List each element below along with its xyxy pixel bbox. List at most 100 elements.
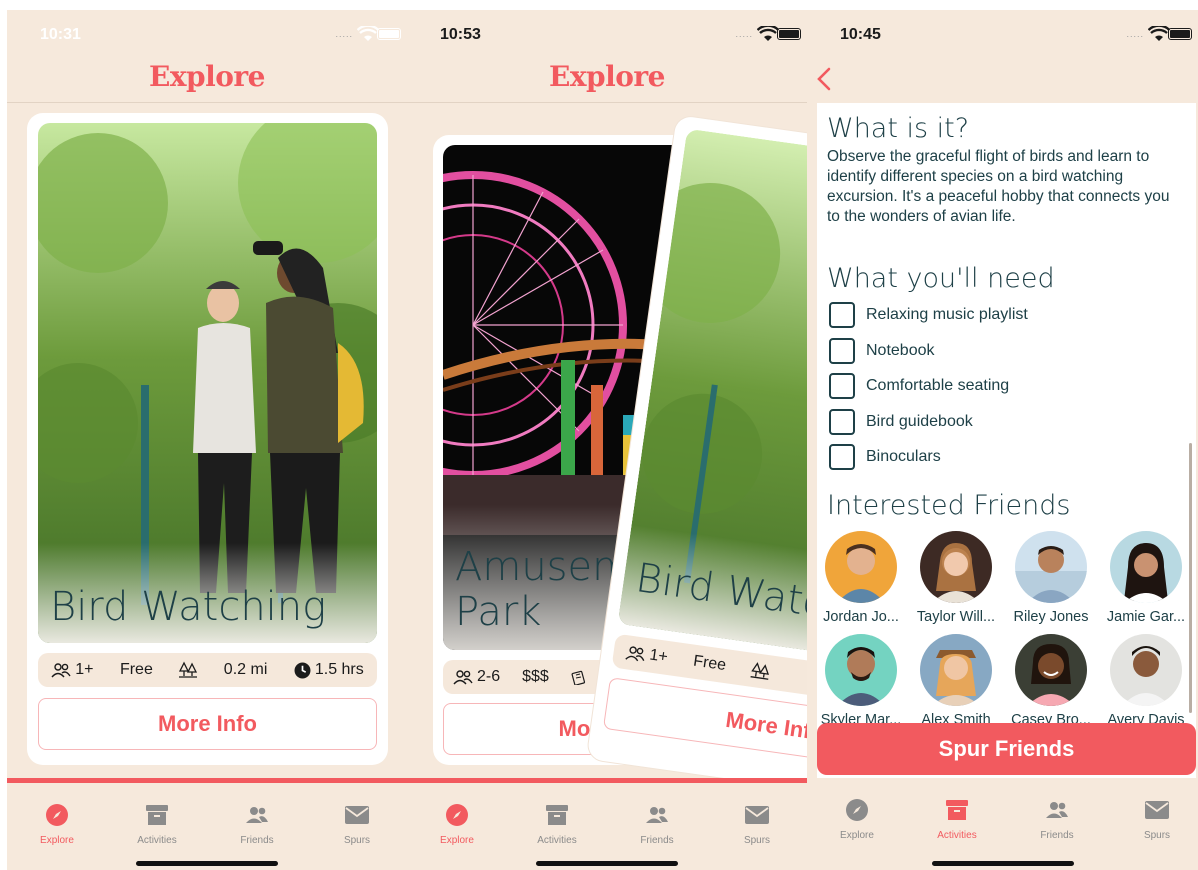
friend-name: Jamie Gar...	[1106, 609, 1186, 625]
checkbox[interactable]	[829, 373, 855, 399]
stat-price: Free	[119, 661, 153, 678]
need-item[interactable]: Comfortable seating	[829, 373, 1009, 399]
activity-description: Observe the graceful flight of birds and…	[827, 148, 1170, 225]
stat-group-value: 1+	[75, 661, 94, 678]
need-item[interactable]: Notebook	[829, 338, 935, 364]
status-bar: 10:45 .....	[807, 10, 1198, 60]
chevron-left-icon[interactable]	[815, 66, 833, 92]
people-icon	[1046, 802, 1068, 818]
archive-box-icon	[546, 805, 568, 825]
need-item[interactable]: Relaxing music playlist	[829, 302, 1028, 328]
tickets-icon	[571, 670, 585, 685]
checkbox[interactable]	[829, 444, 855, 470]
avatar	[1110, 634, 1182, 706]
tab-label: Friends	[640, 835, 674, 846]
friend-tile[interactable]: Alex Smith	[909, 634, 1003, 728]
tab-bar: Explore Activities Friends Spurs	[807, 778, 1198, 870]
need-label: Bird guidebook	[866, 413, 973, 430]
friend-tile[interactable]: Jamie Gar...	[1099, 531, 1193, 625]
signal-dots: .....	[735, 29, 753, 39]
tab-label: Activities	[537, 835, 577, 846]
archive-box-icon	[146, 805, 168, 825]
tab-friends[interactable]: Friends	[1017, 798, 1097, 841]
checkbox[interactable]	[829, 302, 855, 328]
tab-label: Spurs	[743, 835, 771, 846]
tab-spurs[interactable]: Spurs	[317, 803, 397, 846]
stat-price: $$$	[522, 668, 549, 685]
compass-icon	[46, 804, 68, 826]
more-info-button[interactable]: More Info	[38, 698, 377, 750]
friend-name: Jordan Jo...	[823, 609, 899, 625]
tab-spurs[interactable]: Spurs	[1117, 798, 1197, 841]
need-item[interactable]: Bird guidebook	[829, 409, 973, 435]
home-indicator	[136, 861, 278, 866]
stat-group: 1+	[51, 661, 93, 679]
friend-tile[interactable]: Riley Jones	[1004, 531, 1098, 625]
activity-detail-screen: 10:45 ..... What is it? Observe the grac…	[807, 10, 1198, 870]
need-label: Notebook	[866, 342, 935, 359]
scrollbar[interactable]	[1189, 443, 1192, 713]
tab-label: Friends	[240, 835, 274, 846]
checkbox[interactable]	[829, 338, 855, 364]
stat-duration-value: 1.5 hrs	[314, 661, 364, 678]
signal-dots: .....	[1126, 29, 1144, 39]
wifi-icon	[1148, 26, 1170, 41]
tab-friends[interactable]: Friends	[617, 803, 697, 846]
page-title: Explore	[149, 60, 266, 93]
tab-spurs[interactable]: Spurs	[717, 803, 797, 846]
tab-label: Explore	[40, 835, 74, 846]
avatar	[1015, 531, 1087, 603]
home-indicator	[536, 861, 678, 866]
nav-divider	[7, 102, 407, 103]
tab-explore[interactable]: Explore	[817, 798, 897, 841]
status-time: 10:31	[40, 26, 81, 43]
friend-tile[interactable]: Casey Bro...	[1004, 634, 1098, 728]
group-icon	[51, 663, 71, 678]
tab-explore[interactable]: Explore	[17, 803, 97, 846]
friends-heading: Interested Friends	[827, 490, 1071, 521]
tab-activities[interactable]: Activities	[117, 803, 197, 846]
group-icon	[625, 646, 645, 662]
battery-icon	[1168, 28, 1192, 40]
tab-label: Friends	[1040, 830, 1074, 841]
tab-explore[interactable]: Explore	[417, 803, 497, 846]
tab-label: Spurs	[343, 835, 371, 846]
avatar	[1110, 531, 1182, 603]
stat-group: 1+	[624, 643, 669, 667]
tab-label: Spurs	[1143, 830, 1171, 841]
avatar	[920, 634, 992, 706]
avatar	[920, 531, 992, 603]
nav-divider	[407, 102, 807, 103]
compass-icon	[846, 799, 868, 821]
friend-tile[interactable]: Taylor Will...	[909, 531, 1003, 625]
stat-group: 2-6	[453, 668, 500, 686]
need-label: Relaxing music playlist	[866, 306, 1028, 323]
tab-activities[interactable]: Activities	[917, 798, 997, 841]
compass-icon	[446, 804, 468, 826]
tab-friends[interactable]: Friends	[217, 803, 297, 846]
need-label: Binoculars	[866, 448, 941, 465]
group-icon	[453, 670, 473, 685]
checkbox[interactable]	[829, 409, 855, 435]
people-icon	[246, 807, 268, 823]
status-bar: 10:31 .....	[7, 10, 407, 60]
envelope-icon	[345, 806, 369, 824]
friend-tile[interactable]: Skyler Mar...	[817, 634, 908, 728]
detail-content[interactable]: What is it? Observe the graceful flight …	[817, 103, 1196, 778]
tab-label: Explore	[840, 830, 874, 841]
need-heading: What you'll need	[827, 263, 1055, 294]
more-info-button[interactable]: More Info	[602, 677, 807, 776]
trees-icon	[750, 662, 770, 680]
tab-label: Explore	[440, 835, 474, 846]
spur-friends-button[interactable]: Spur Friends	[817, 723, 1196, 775]
clock-icon	[294, 662, 311, 678]
friend-tile[interactable]: Jordan Jo...	[817, 531, 908, 625]
home-indicator	[931, 861, 1074, 866]
status-time: 10:45	[840, 26, 881, 43]
avatar	[1015, 634, 1087, 706]
activity-card[interactable]: Bird Watching 1+ Free 0.2 mi 1.5 hrs Mor…	[27, 113, 388, 765]
need-item[interactable]: Binoculars	[829, 444, 941, 470]
friend-tile[interactable]: Avery Davis	[1099, 634, 1193, 728]
stat-group-value: 2-6	[477, 668, 501, 685]
tab-activities[interactable]: Activities	[517, 803, 597, 846]
